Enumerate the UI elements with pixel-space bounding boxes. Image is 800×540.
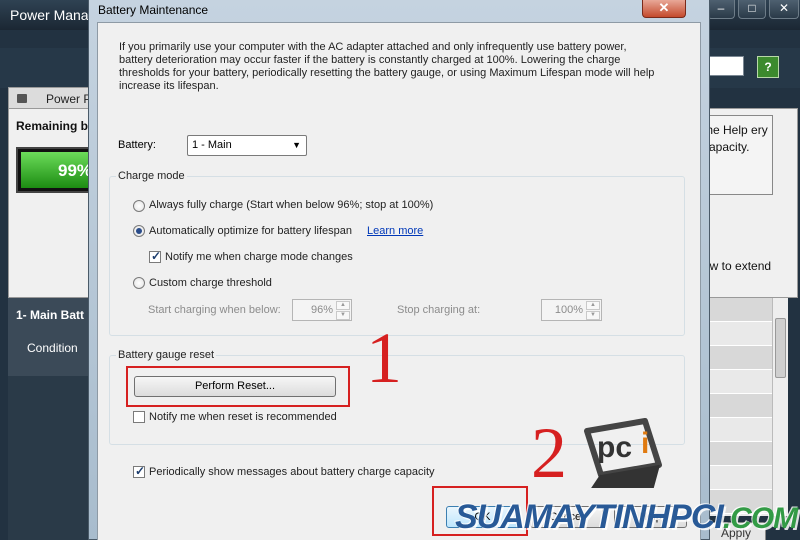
start-charging-spinner[interactable]: 96% ▲ ▼ (292, 299, 352, 321)
help-icon[interactable]: ? (757, 56, 779, 78)
dialog-close-button[interactable]: ✕ (642, 0, 686, 18)
maximize-button[interactable]: □ (738, 0, 766, 19)
tab-power-plan[interactable]: Power P (8, 87, 96, 109)
learn-more-link[interactable]: Learn more (367, 225, 423, 237)
notify-reset-checkbox[interactable] (133, 411, 145, 423)
notify-reset-label: Notify me when reset is recommended (149, 411, 337, 423)
background-extend-text: ow to extend (703, 259, 772, 273)
watermark-text: SUAMAYTINHPCI.COM (455, 498, 798, 537)
radio-auto-optimize[interactable] (133, 225, 145, 237)
dialog-intro-text: If you primarily use your computer with … (119, 41, 655, 92)
spin-up-icon[interactable]: ▲ (586, 301, 600, 310)
spin-up-icon[interactable]: ▲ (336, 301, 350, 310)
remaining-battery-label: Remaining ba (16, 119, 95, 133)
custom-threshold-label: Custom charge threshold (149, 277, 272, 289)
svg-text:i: i (641, 427, 649, 460)
notify-mode-checkbox[interactable] (149, 249, 161, 263)
scrollbar[interactable] (772, 298, 788, 516)
stop-charging-label: Stop charging at: (397, 304, 481, 316)
tab-power-plan-label: Power P (46, 92, 92, 106)
always-full-charge-label: Always fully charge (Start when below 96… (149, 199, 434, 211)
charge-mode-title: Charge mode (116, 170, 187, 182)
battery-select-value: 1 - Main (192, 139, 232, 151)
minimize-button[interactable]: – (707, 0, 735, 19)
notify-mode-label: Notify me when charge mode changes (165, 251, 353, 263)
spin-down-icon[interactable]: ▼ (336, 311, 350, 320)
dialog-title: Battery Maintenance (98, 3, 209, 17)
annotation-number-1: 1 (366, 318, 402, 398)
background-info-text: the Help ery capacity. (703, 123, 768, 154)
battery-select[interactable]: 1 - Main ▼ (187, 135, 307, 156)
pci-logo-icon: pc i (584, 418, 662, 488)
svg-text:pc: pc (597, 431, 632, 464)
battery-percent: 99% (58, 161, 93, 180)
battery-list-condition: Condition (27, 341, 78, 355)
close-window-button[interactable]: ✕ (769, 0, 799, 19)
start-charging-value: 96% (310, 304, 333, 316)
background-window-title: Power Mana (10, 7, 89, 23)
start-charging-label: Start charging when below: (148, 304, 281, 316)
chevron-down-icon: ▼ (292, 140, 301, 150)
annotation-box-reset (126, 366, 350, 407)
battery-list-name: 1- Main Batt (16, 308, 85, 322)
stop-charging-value: 100% (554, 304, 583, 316)
spin-down-icon[interactable]: ▼ (586, 311, 600, 320)
battery-list-panel (8, 376, 98, 540)
periodic-messages-label: Periodically show messages about battery… (149, 466, 435, 478)
periodic-messages-checkbox[interactable] (133, 464, 145, 478)
watermark-site: SUAMAYTINHPCI (455, 498, 724, 536)
battery-gauge: 99% (16, 147, 96, 193)
radio-custom-threshold[interactable] (133, 277, 145, 289)
watermark-suffix: .COM (722, 502, 798, 535)
battery-icon (17, 94, 27, 103)
stop-charging-spinner[interactable]: 100% ▲ ▼ (541, 299, 602, 321)
annotation-number-2: 2 (531, 413, 567, 493)
battery-label: Battery: (118, 139, 156, 151)
gauge-reset-title: Battery gauge reset (116, 349, 217, 361)
radio-always-full-charge[interactable] (133, 200, 145, 212)
scrollbar-thumb[interactable] (775, 318, 786, 378)
auto-optimize-label: Automatically optimize for battery lifes… (149, 225, 352, 237)
